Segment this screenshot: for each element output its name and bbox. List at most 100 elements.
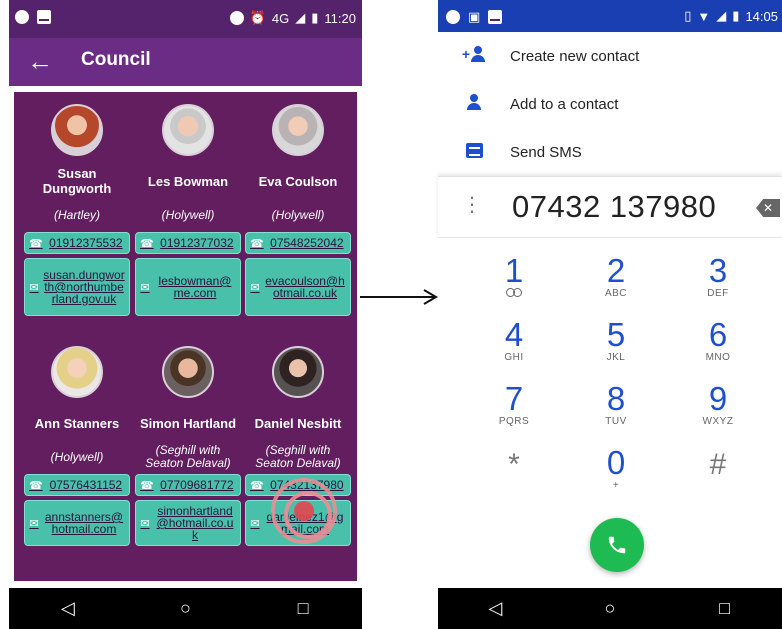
menu-item-label: Send SMS bbox=[510, 143, 582, 161]
image-notification-icon: ▣ bbox=[468, 9, 481, 24]
mail-icon: ✉ bbox=[140, 517, 150, 530]
email-button[interactable]: ✉ evacoulson@hotmail.co.uk bbox=[245, 258, 351, 316]
avatar bbox=[51, 104, 103, 156]
mail-icon: ✉ bbox=[250, 281, 260, 294]
avatar bbox=[272, 104, 324, 156]
phone-call-icon bbox=[608, 536, 626, 554]
councillor-ward: (Seghill with Seaton Delaval) bbox=[255, 443, 341, 470]
add-person-icon: + bbox=[438, 45, 510, 67]
councillor-name: Daniel Nesbitt bbox=[254, 415, 342, 431]
avatar bbox=[162, 104, 214, 156]
phone-icon: ☎ bbox=[250, 479, 264, 492]
councillor-card: Ann Stanners (Holywell) ☎ 07576431152 ✉ an… bbox=[24, 346, 130, 546]
nav-home-icon[interactable]: ○ bbox=[155, 598, 215, 619]
system-nav-bar: ◁ ○ □ bbox=[438, 588, 782, 629]
phone-button[interactable]: ☎ 01912375532 bbox=[24, 232, 130, 254]
voicemail-icon bbox=[464, 288, 564, 300]
activity-notification-icon bbox=[37, 10, 51, 24]
councillor-ward: (Holywell) bbox=[271, 207, 325, 222]
transition-arrow-icon bbox=[360, 289, 438, 305]
key-hash[interactable]: # bbox=[668, 448, 768, 482]
alarm-icon: ⏰ bbox=[249, 10, 266, 25]
mail-icon: ✉ bbox=[29, 281, 39, 294]
signal-icon: ◢ bbox=[716, 8, 727, 23]
key-6[interactable]: 6 MNO bbox=[668, 318, 768, 364]
key-9[interactable]: 9 WXYZ bbox=[668, 382, 768, 428]
status-bar: ⏰ 4G ◢ ▮ 11:20 bbox=[9, 0, 362, 38]
dial-keypad: 1 2 ABC 3 DEF 4 GHI 5 JKL 6 MNO 7 PQRS 8 TUV 9W… bbox=[438, 248, 782, 508]
phone-icon: ☎ bbox=[140, 237, 154, 250]
councillor-name: Ann Stanners bbox=[34, 415, 120, 431]
nav-home-icon[interactable]: ○ bbox=[580, 598, 640, 619]
council-app-screen: ⏰ 4G ◢ ▮ 11:20 ← Council Susan Dungworth… bbox=[9, 0, 362, 629]
phone-icon: ☎ bbox=[250, 237, 264, 250]
phone-button[interactable]: ☎ 07548252042 bbox=[245, 232, 351, 254]
nav-recents-icon[interactable]: □ bbox=[273, 598, 333, 619]
dialed-number-row: ⋮ 07432 137980 ✕ bbox=[438, 176, 782, 238]
phone-button[interactable]: ☎ 07576431152 bbox=[24, 474, 130, 496]
councillor-card: Simon Hartland (Seghill with Seaton Dela… bbox=[135, 346, 241, 546]
add-to-contact-item[interactable]: Add to a contact bbox=[438, 80, 782, 128]
status-bar: ▣ ▯ ▼ ◢ ▮ 14:05 bbox=[438, 0, 782, 32]
avatar bbox=[272, 346, 324, 398]
send-sms-item[interactable]: Send SMS bbox=[438, 128, 782, 176]
avatar bbox=[51, 346, 103, 398]
key-5[interactable]: 5 JKL bbox=[566, 318, 666, 364]
nav-back-icon[interactable]: ◁ bbox=[38, 598, 98, 619]
key-2[interactable]: 2 ABC bbox=[566, 254, 666, 300]
avatar bbox=[162, 346, 214, 398]
email-button[interactable]: ✉ lesbowman@me.com bbox=[135, 258, 241, 316]
email-button[interactable]: ✉ susan.dungworth@northumberland.gov.uk bbox=[24, 258, 130, 316]
councillor-ward: (Hartley) bbox=[53, 207, 100, 222]
mail-icon: ✉ bbox=[140, 281, 150, 294]
councillor-card: Susan Dungworth (Hartley) ☎ 01912375532 ✉… bbox=[24, 104, 130, 316]
dialer-screen: ▣ ▯ ▼ ◢ ▮ 14:05 + Create new contact Add… bbox=[438, 0, 782, 629]
key-star[interactable]: * bbox=[464, 448, 564, 482]
email-button[interactable]: ✉ simonhartland@hotmail.co.uk bbox=[135, 500, 241, 546]
councillor-card: Les Bowman (Holywell) ☎ 01912377032 ✉ lesb… bbox=[135, 104, 241, 316]
wifi-icon: ▼ bbox=[697, 8, 711, 24]
vibrate-icon: ▯ bbox=[684, 8, 692, 23]
key-7[interactable]: 7 PQRS bbox=[464, 382, 564, 428]
status-time: 14:05 bbox=[745, 8, 778, 24]
menu-item-label: Add to a contact bbox=[510, 95, 619, 113]
do-not-disturb-icon bbox=[229, 11, 244, 25]
councillor-card: Eva Coulson (Holywell) ☎ 07548252042 ✉ eva… bbox=[245, 104, 351, 316]
person-icon bbox=[438, 93, 510, 115]
dialed-number[interactable]: 07432 137980 bbox=[512, 189, 716, 225]
sms-icon bbox=[438, 142, 510, 163]
key-0[interactable]: 0 + bbox=[566, 446, 666, 492]
key-3[interactable]: 3 DEF bbox=[668, 254, 768, 300]
page-title: Council bbox=[81, 49, 151, 70]
councillor-name: Eva Coulson bbox=[258, 173, 338, 189]
councillor-name: Les Bowman bbox=[147, 173, 229, 189]
councillor-name: Susan Dungworth bbox=[42, 166, 112, 196]
phone-button[interactable]: ☎ 01912377032 bbox=[135, 232, 241, 254]
back-arrow-icon[interactable]: ← bbox=[27, 46, 53, 76]
mail-icon: ✉ bbox=[29, 517, 39, 530]
councillor-ward: (Seghill with Seaton Delaval) bbox=[145, 443, 231, 470]
status-time: 11:20 bbox=[324, 10, 356, 26]
key-1[interactable]: 1 bbox=[464, 254, 564, 300]
call-button[interactable] bbox=[590, 518, 644, 572]
councillor-ward: (Holywell) bbox=[161, 207, 215, 222]
system-nav-bar: ◁ ○ □ bbox=[9, 588, 362, 629]
spotify-notification-icon bbox=[446, 10, 460, 24]
create-new-contact-item[interactable]: + Create new contact bbox=[438, 32, 782, 80]
dialer-actions-list: + Create new contact Add to a contact Se… bbox=[438, 32, 782, 176]
nav-recents-icon[interactable]: □ bbox=[695, 598, 755, 619]
phone-button[interactable]: ☎ 07709681772 bbox=[135, 474, 241, 496]
email-button[interactable]: ✉ annstanners@hotmail.com bbox=[24, 500, 130, 546]
menu-item-label: Create new contact bbox=[510, 47, 640, 65]
key-4[interactable]: 4 GHI bbox=[464, 318, 564, 364]
app-notification-icon bbox=[15, 10, 29, 24]
tap-indicator bbox=[271, 478, 337, 544]
phone-icon: ☎ bbox=[29, 479, 43, 492]
councillor-name: Simon Hartland bbox=[139, 415, 237, 431]
signal-icon: ◢ bbox=[295, 10, 306, 25]
overflow-menu-icon[interactable]: ⋮ bbox=[462, 193, 482, 217]
key-8[interactable]: 8 TUV bbox=[566, 382, 666, 428]
app-bar: ← Council bbox=[9, 38, 362, 86]
backspace-icon[interactable]: ✕ bbox=[756, 199, 780, 217]
nav-back-icon[interactable]: ◁ bbox=[465, 598, 525, 619]
